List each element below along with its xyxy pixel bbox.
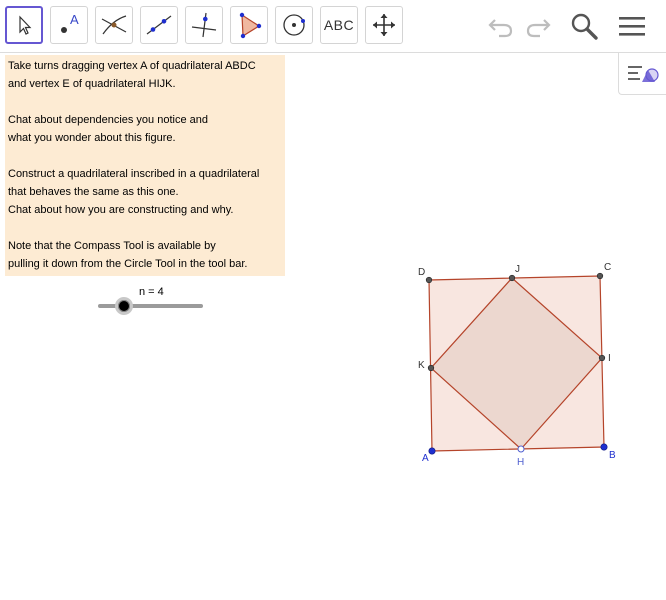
quadrilateral-hijk[interactable] [430, 277, 603, 450]
slider-n-knob[interactable] [115, 297, 133, 315]
instruction-line: pulling it down from the Circle Tool in … [8, 258, 248, 270]
perpendicular-tool-button[interactable] [185, 6, 223, 44]
perpendicular-line-icon [191, 12, 217, 38]
text-tool-button[interactable]: ABC [320, 6, 358, 44]
polygon-tool-button[interactable] [230, 6, 268, 44]
point-i[interactable] [598, 354, 606, 362]
label-k: K [418, 360, 425, 371]
instruction-line: that behaves the same as this one. [8, 186, 179, 198]
cursor-arrow-icon [19, 15, 32, 35]
point-j[interactable] [508, 274, 516, 282]
circle-tool-button[interactable] [275, 6, 313, 44]
instruction-line: Construct a quadrilateral inscribed in a… [8, 168, 260, 180]
instruction-line: Chat about how you are constructing and … [8, 204, 234, 216]
redo-button[interactable] [520, 8, 556, 44]
slider-n-track[interactable] [98, 304, 203, 308]
label-b: B [609, 450, 616, 461]
circle-center-point-icon [283, 14, 305, 36]
redo-icon [526, 19, 551, 38]
point-k[interactable] [427, 364, 435, 372]
instruction-line: what you wonder about this figure. [8, 132, 176, 144]
main-menu-button[interactable] [614, 8, 650, 44]
search-icon [571, 13, 598, 40]
move-graphics-tool-button[interactable] [365, 6, 403, 44]
point-tool-label: A [70, 12, 79, 27]
slider-n-label: n = 4 [139, 286, 164, 298]
line-tool-button[interactable] [140, 6, 178, 44]
toolbar: A ABC [0, 0, 666, 53]
intersect-tool-button[interactable] [95, 6, 133, 44]
instruction-line: and vertex E of quadrilateral HIJK. [8, 78, 176, 90]
point-icon: A [61, 12, 79, 33]
point-c[interactable] [596, 272, 604, 280]
label-c: C [604, 262, 611, 273]
label-d: D [418, 267, 425, 278]
quadrilateral-abdc[interactable] [428, 275, 605, 452]
instructions-text[interactable]: Take turns dragging vertex A of quadrila… [5, 55, 285, 276]
point-d[interactable] [425, 276, 433, 284]
point-b[interactable] [600, 443, 608, 451]
instruction-line [8, 147, 285, 165]
style-bar-toggle-button[interactable] [618, 53, 666, 95]
undo-icon [488, 19, 513, 38]
point-h[interactable] [517, 445, 525, 453]
instruction-line [8, 219, 285, 237]
label-i: I [608, 353, 611, 364]
intersect-icon [101, 15, 127, 35]
point-a[interactable] [428, 447, 436, 455]
polygon-icon [239, 12, 262, 39]
label-h: H [517, 457, 524, 468]
move-tool-button[interactable] [5, 6, 43, 44]
instruction-line: Take turns dragging vertex A of quadrila… [8, 60, 256, 72]
label-a: A [422, 453, 429, 464]
search-button[interactable] [566, 8, 602, 44]
instruction-line: Chat about dependencies you notice and [8, 114, 208, 126]
move-arrows-icon [373, 14, 395, 36]
line-through-points-icon [146, 15, 172, 35]
point-tool-button[interactable]: A [50, 6, 88, 44]
label-j: J [515, 264, 520, 275]
text-abc-icon: ABC [323, 17, 355, 33]
undo-button[interactable] [483, 8, 519, 44]
menu-icon [619, 17, 645, 36]
style-bar-toggle-icon [627, 65, 659, 82]
instruction-line: Note that the Compass Tool is available … [8, 240, 216, 252]
instruction-line [8, 93, 285, 111]
